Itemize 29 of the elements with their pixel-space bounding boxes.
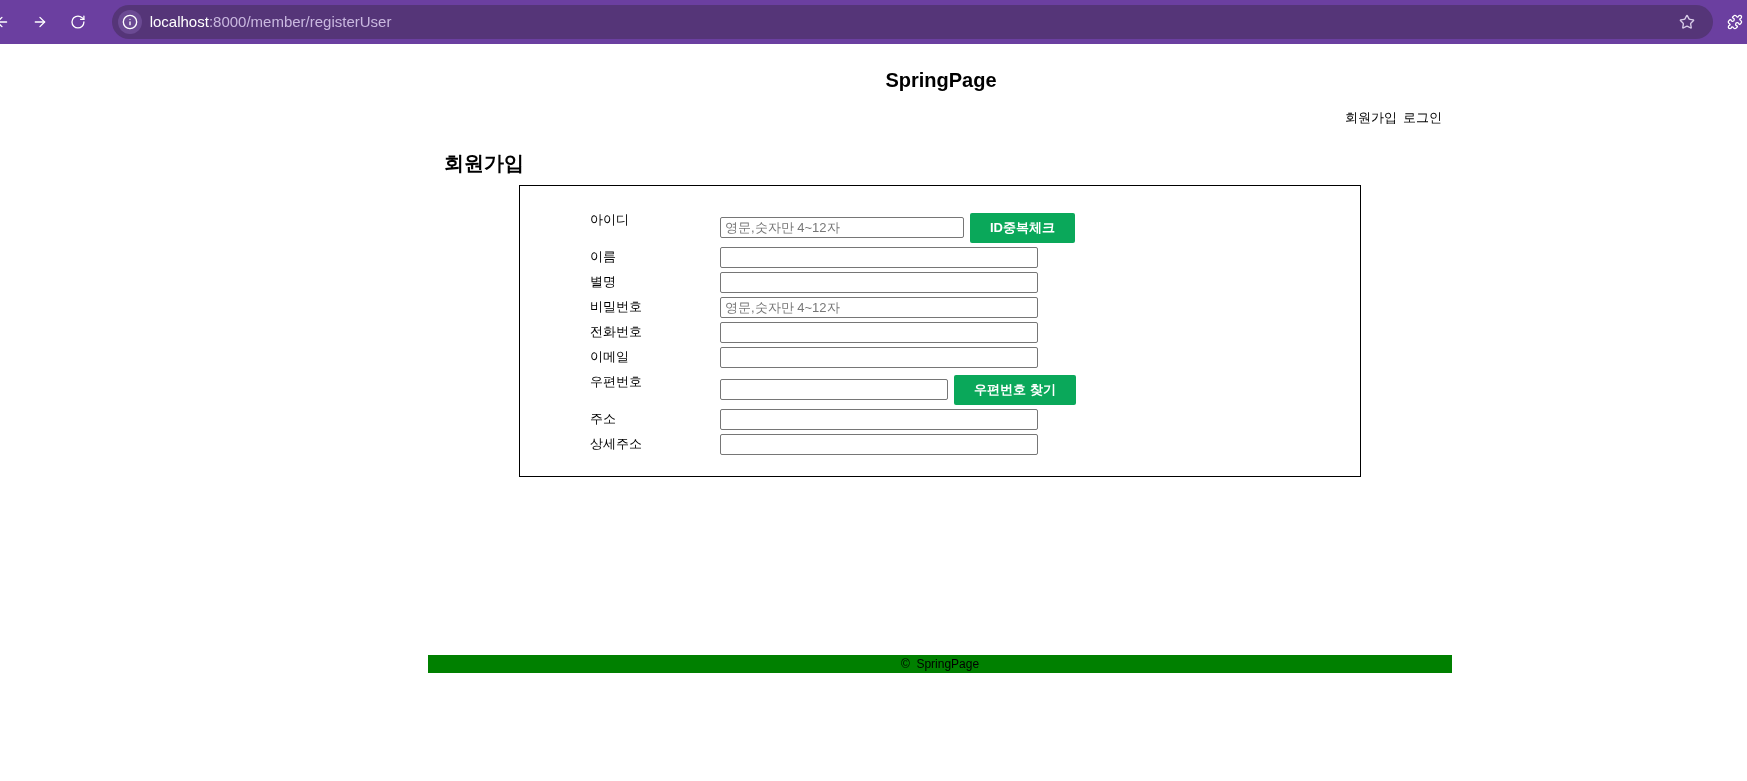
- field-label: 전화번호: [590, 323, 643, 340]
- reload-icon[interactable]: [69, 14, 86, 30]
- bookmark-star-icon[interactable]: [1679, 14, 1696, 30]
- field-label: 아이디: [590, 211, 630, 228]
- site-title: SpringPage: [885, 68, 997, 93]
- input-field[interactable]: 영문,숫자만 4~12자: [720, 217, 964, 238]
- field-label: 이름: [590, 248, 617, 265]
- extensions-icon[interactable]: [1727, 14, 1743, 30]
- field-label: 이메일: [590, 348, 630, 365]
- field-label: 별명: [590, 273, 617, 290]
- input-field[interactable]: [720, 408, 1038, 430]
- address-bar[interactable]: localhost:8000/member/registerUser: [111, 5, 1714, 39]
- input-field[interactable]: 영문,숫자만 4~12자: [720, 296, 1038, 318]
- input-field[interactable]: [720, 379, 948, 400]
- field-label: 상세주소: [590, 435, 643, 452]
- input-field[interactable]: [720, 246, 1038, 268]
- input-field[interactable]: [720, 271, 1038, 293]
- nav-link[interactable]: 로그인: [1403, 108, 1442, 128]
- input-field[interactable]: [720, 321, 1038, 343]
- nav-link[interactable]: 회원가입: [1345, 108, 1397, 128]
- url-text: localhost:8000/member/registerUser: [149, 11, 392, 32]
- page-heading: 회원가입: [444, 150, 525, 176]
- field-label: 주소: [590, 410, 617, 427]
- input-field[interactable]: [720, 346, 1038, 368]
- field-label: 우편번호: [590, 373, 643, 390]
- input-field[interactable]: [720, 433, 1038, 455]
- info-icon[interactable]: [121, 14, 138, 30]
- field-label: 비밀번호: [590, 298, 643, 315]
- footer-text: © SpringPage: [900, 655, 980, 673]
